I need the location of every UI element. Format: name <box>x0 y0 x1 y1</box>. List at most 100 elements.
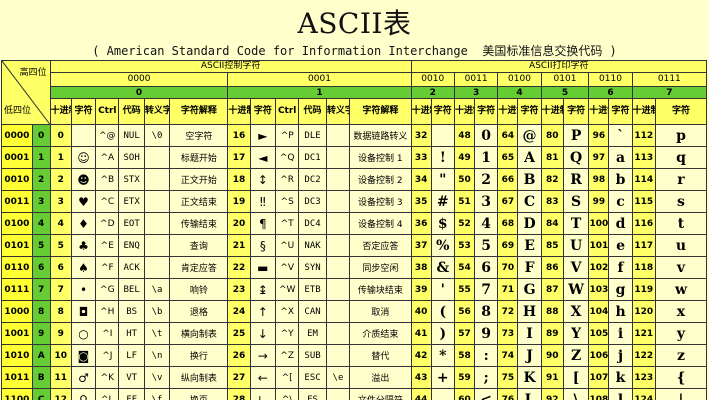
print-character: v <box>654 256 708 279</box>
print-decimal: 97 <box>588 146 610 169</box>
control-symbol: ¶ <box>249 212 277 235</box>
control-symbol: ♦ <box>70 212 97 235</box>
print-decimal: 40 <box>410 300 432 323</box>
control-decimal: 23 <box>227 278 251 301</box>
print-character <box>430 124 455 147</box>
control-escape <box>325 190 351 213</box>
control-code: LF <box>118 344 145 367</box>
table-row: 0111 7 7 • ^G BEL \a 响铃 23 ↨ ^W ETB 传输块结束 39 ' 55 7 71 G 87… <box>1 278 708 301</box>
control-code: BS <box>118 300 145 323</box>
row-hex: C <box>31 388 51 400</box>
print-character: | <box>654 388 708 400</box>
print-decimal: 34 <box>410 168 432 191</box>
control-symbol: ∟ <box>249 388 277 400</box>
print-character: @ <box>517 124 542 147</box>
group-decimal-header: 1 <box>227 86 412 99</box>
column-header-esc: 转义字符 <box>325 98 351 125</box>
print-decimal: 41 <box>410 322 432 345</box>
control-decimal: 9 <box>49 322 72 345</box>
print-character: V <box>562 256 590 279</box>
column-header-dec: 十进制 <box>631 98 656 125</box>
table-row: 0100 4 4 ♦ ^D EOT 传输结束 20 ¶ ^T DC4 设备控制 4 36 $52 4 68 D 8… <box>1 212 708 235</box>
table-row: 1011 B 11 ♂ ^K VT \v 纵向制表 27 ← ^[ESC \e 溢出 43 +59; 75 K 9… <box>1 366 708 389</box>
control-symbol: ↑ <box>249 300 277 323</box>
print-decimal: 103 <box>588 278 610 301</box>
control-ctrl-key: ^J <box>95 344 120 367</box>
group-binary-header: 0110 <box>588 72 633 87</box>
control-symbol: ☻ <box>70 168 97 191</box>
row-hex: 2 <box>31 168 51 191</box>
control-description: 正文开始 <box>169 168 229 191</box>
control-code: EM <box>298 322 327 345</box>
print-character: 9 <box>474 322 499 345</box>
print-character: P <box>562 124 590 147</box>
print-character: x <box>654 300 708 323</box>
control-decimal: 7 <box>49 278 72 301</box>
control-escape <box>143 256 171 279</box>
group-decimal-header: 2 <box>410 86 455 99</box>
print-character: 1 <box>474 146 499 169</box>
print-decimal: 76 <box>497 388 519 400</box>
row-binary: 1000 <box>1 300 33 323</box>
print-character: B <box>517 168 542 191</box>
control-escape <box>143 190 171 213</box>
control-symbol: ‼ <box>249 190 277 213</box>
print-character: C <box>517 190 542 213</box>
print-character: W <box>562 278 590 301</box>
print-character: H <box>517 300 542 323</box>
corner-cell: 高四位 低四位 <box>1 60 51 125</box>
control-decimal: 17 <box>227 146 251 169</box>
control-description: 标题开始 <box>169 146 229 169</box>
control-code: NUL <box>118 124 145 147</box>
ascii-table: 高四位 低四位 ASCII控制字符 ASCII打印字符 0000 0001 0010 0011… <box>1 60 708 400</box>
print-character: w <box>654 278 708 301</box>
control-description: 溢出 <box>349 366 412 389</box>
print-decimal: 68 <box>497 212 519 235</box>
print-decimal: 64 <box>497 124 519 147</box>
control-decimal: 28 <box>227 388 251 400</box>
print-decimal: 121 <box>631 322 656 345</box>
low-bits-label: 低四位 <box>4 106 32 116</box>
column-header-dec: 十进制 <box>540 98 564 125</box>
column-header-dec: 十进制 <box>588 98 610 125</box>
print-character: ; <box>474 366 499 389</box>
print-decimal: 56 <box>453 300 476 323</box>
control-escape <box>325 146 351 169</box>
print-decimal: 49 <box>453 146 476 169</box>
print-decimal: 74 <box>497 344 519 367</box>
print-decimal: 35 <box>410 190 432 213</box>
print-character: ' <box>430 278 455 301</box>
print-decimal: 59 <box>453 366 476 389</box>
print-decimal: 81 <box>540 146 564 169</box>
control-description: 退格 <box>169 300 229 323</box>
control-ctrl-key: ^F <box>95 256 120 279</box>
control-ctrl-key: ^P <box>275 124 300 147</box>
print-decimal: 100 <box>588 212 610 235</box>
print-character: \ <box>562 388 590 400</box>
print-character: & <box>430 256 455 279</box>
control-code: DC4 <box>298 212 327 235</box>
group-binary-header: 0001 <box>227 72 412 87</box>
print-character: * <box>430 344 455 367</box>
print-decimal: 44 <box>410 388 432 400</box>
print-character: I <box>517 322 542 345</box>
control-symbol: ☺ <box>70 146 97 169</box>
row-binary: 0100 <box>1 212 33 235</box>
column-header-esc: 转义字符 <box>143 98 171 125</box>
control-decimal: 26 <box>227 344 251 367</box>
print-decimal: 60 <box>453 388 476 400</box>
print-character: % <box>430 234 455 257</box>
print-decimal: 89 <box>540 322 564 345</box>
control-code: FS <box>298 388 327 400</box>
control-decimal: 19 <box>227 190 251 213</box>
print-decimal: 39 <box>410 278 432 301</box>
row-binary: 1001 <box>1 322 33 345</box>
column-header-char: 字符 <box>474 98 499 125</box>
control-code: SOH <box>118 146 145 169</box>
control-ctrl-key: ^Y <box>275 322 300 345</box>
control-symbol: ♣ <box>70 234 97 257</box>
control-ctrl-key: ^V <box>275 256 300 279</box>
print-decimal: 90 <box>540 344 564 367</box>
print-character: c <box>608 190 633 213</box>
control-code: DC2 <box>298 168 327 191</box>
